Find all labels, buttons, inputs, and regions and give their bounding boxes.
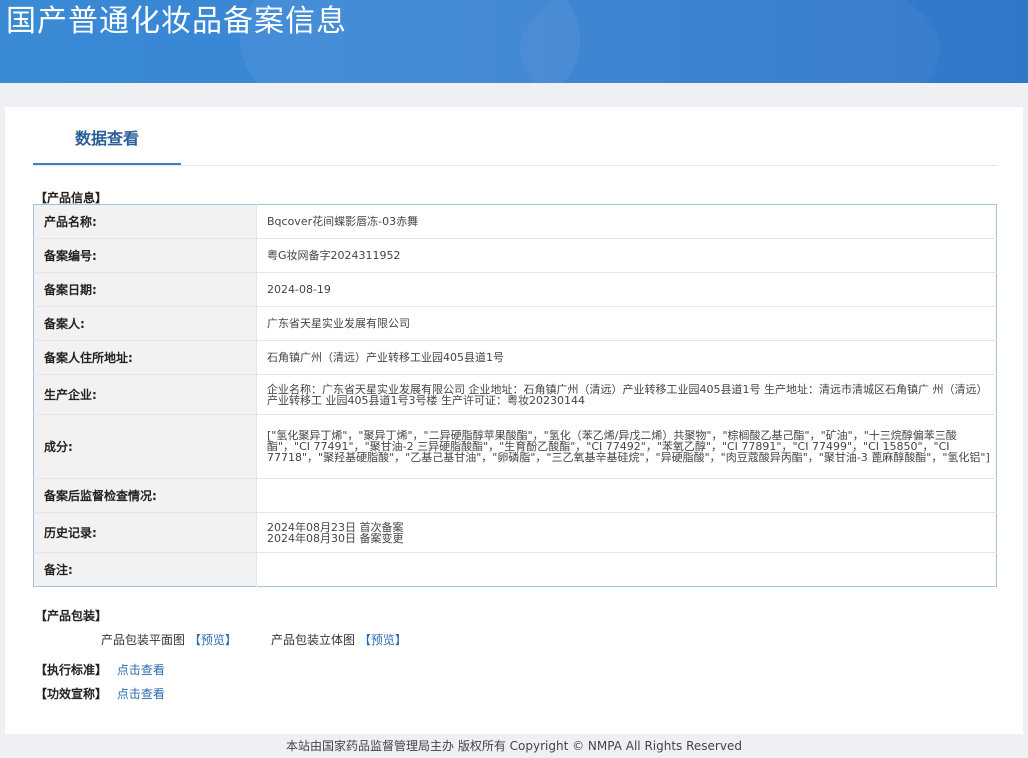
row-label: 历史记录:	[33, 512, 257, 553]
table-row: 备案人住所地址: 石角镇广州（清远）产业转移工业园405县道1号	[33, 340, 997, 375]
registrant-value: 广东省天星实业发展有限公司	[256, 306, 997, 341]
table-row: 备案人: 广东省天星实业发展有限公司	[33, 306, 997, 341]
product-info-table: 产品名称: Bqcover花间蝶影唇冻-03赤舞 备案编号: 粤G妆网备字202…	[33, 204, 997, 587]
standard-view-link[interactable]: 点击查看	[117, 663, 165, 677]
row-label: 产品名称:	[33, 204, 257, 239]
registrant-address-value: 石角镇广州（清远）产业转移工业园405县道1号	[256, 340, 997, 375]
row-label: 备案后监督检查情况:	[33, 478, 257, 513]
row-label: 备案日期:	[33, 272, 257, 307]
packaging-solid-label: 产品包装立体图	[271, 633, 356, 647]
tab-bar: 数据查看	[33, 121, 998, 166]
page-title: 国产普通化妆品备案信息	[6, 4, 347, 39]
claims-view-link[interactable]: 点击查看	[117, 687, 165, 701]
table-row: 备案编号: 粤G妆网备字2024311952	[33, 238, 997, 273]
claims-row: 【功效宣称】 点击查看	[35, 685, 165, 702]
row-label: 备注:	[33, 552, 257, 587]
registration-number-value: 粤G妆网备字2024311952	[256, 238, 997, 273]
content-panel: 数据查看 【产品信息】 产品名称: Bqcover花间蝶影唇冻-03赤舞 备案编…	[5, 107, 1023, 734]
remarks-value	[257, 553, 997, 587]
header-banner: 国产普通化妆品备案信息	[0, 0, 1028, 83]
standard-row: 【执行标准】 点击查看	[35, 661, 165, 678]
table-row: 备案日期: 2024-08-19	[33, 272, 997, 307]
row-label: 生产企业:	[33, 374, 257, 415]
row-label: 备案人:	[33, 306, 257, 341]
ingredients-value: ["氢化聚异丁烯"，"聚异丁烯"，"二异硬脂醇苹果酸酯"，"氢化（苯乙烯/异戊二…	[256, 414, 997, 479]
manufacturer-value: 企业名称：广东省天星实业发展有限公司 企业地址：石角镇广州（清远）产业转移工业园…	[256, 374, 997, 415]
row-label: 成分:	[33, 414, 257, 479]
packaging-flat-row: 产品包装平面图 【预览】	[101, 631, 237, 648]
table-row: 备注:	[33, 552, 997, 587]
standard-label: 【执行标准】	[35, 663, 108, 677]
history-value: 2024年08月23日 首次备案 2024年08月30日 备案变更	[256, 512, 997, 553]
product-name-value: Bqcover花间蝶影唇冻-03赤舞	[256, 204, 997, 239]
row-label: 备案人住所地址:	[33, 340, 257, 375]
packaging-flat-label: 产品包装平面图	[101, 633, 186, 647]
supervision-value	[256, 478, 997, 513]
table-row: 备案后监督检查情况:	[33, 478, 997, 513]
row-label: 备案编号:	[33, 238, 257, 273]
banner-decoration	[520, 0, 940, 83]
table-row: 生产企业: 企业名称：广东省天星实业发展有限公司 企业地址：石角镇广州（清远）产…	[33, 374, 997, 415]
registration-date-value: 2024-08-19	[256, 272, 997, 307]
packaging-solid-row: 产品包装立体图 【预览】	[271, 631, 407, 648]
section-label-packaging: 【产品包装】	[35, 609, 108, 623]
packaging-solid-preview-link[interactable]: 【预览】	[359, 633, 407, 647]
history-entry: 2024年08月23日 首次备案	[267, 520, 404, 534]
history-entry: 2024年08月30日 备案变更	[267, 531, 404, 545]
table-row: 产品名称: Bqcover花间蝶影唇冻-03赤舞	[33, 204, 997, 239]
tab-data-view[interactable]: 数据查看	[33, 121, 181, 165]
claims-label: 【功效宣称】	[35, 687, 108, 701]
packaging-flat-preview-link[interactable]: 【预览】	[189, 633, 237, 647]
footer: 本站由国家药品监督管理局主办 版权所有 Copyright © NMPA All…	[286, 739, 742, 753]
table-row: 历史记录: 2024年08月23日 首次备案 2024年08月30日 备案变更	[33, 512, 997, 553]
table-row: 成分: ["氢化聚异丁烯"，"聚异丁烯"，"二异硬脂醇苹果酸酯"，"氢化（苯乙烯…	[33, 414, 997, 479]
